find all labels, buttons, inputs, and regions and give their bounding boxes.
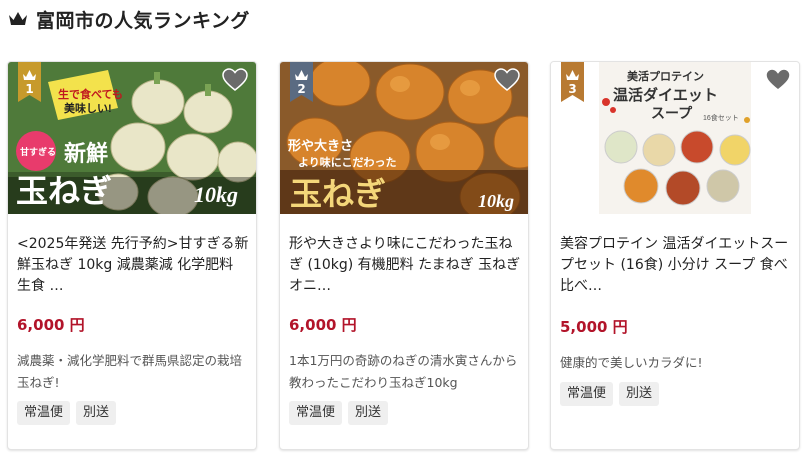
product-card-1[interactable]: 生で食べても 美味しい! 甘すぎる 新鮮 玉ねぎ 10kg 1 <2025年発送… <box>7 61 257 450</box>
product-card-3[interactable]: 美活プロテイン 温活ダイエット スープ 16食セット 3 美容プロテイン 温活ダ… <box>550 61 800 450</box>
rank-number: 2 <box>297 82 306 96</box>
tag-separate: 別送 <box>348 401 389 425</box>
tag-separate: 別送 <box>76 401 117 425</box>
product-title[interactable]: <2025年発送 先行予約>甘すぎる新鮮玉ねぎ 10kg 減農薬減 化学肥料 生… <box>17 234 249 298</box>
image-main-label: 玉ねぎ <box>16 173 112 209</box>
product-price: 5,000 円 <box>560 318 628 336</box>
image-weight-label: 10kg <box>194 182 238 207</box>
product-price: 6,000 円 <box>289 316 357 334</box>
image-set-label: 16食セット <box>703 113 739 122</box>
product-price: 6,000 円 <box>17 316 85 334</box>
page-title: 富岡市の人気ランキング <box>36 9 250 32</box>
tag-shipping: 常温便 <box>560 382 614 406</box>
rank-badge: 2 <box>290 62 313 102</box>
tag-shipping: 常温便 <box>17 401 71 425</box>
product-image-2[interactable]: 形や大きさ より味にこだわった 玉ねぎ 10kg <box>280 62 528 214</box>
image-line2: 温活ダイエット <box>613 86 718 104</box>
product-title[interactable]: 形や大きさより味にこだわった玉ねぎ (10kg) 有機肥料 たまねぎ 玉ねぎ オ… <box>289 234 521 298</box>
image-main-label: 玉ねぎ <box>290 176 386 212</box>
ranking-header: 富岡市の人気ランキング <box>8 4 250 34</box>
rank-badge: 1 <box>18 62 41 102</box>
product-description: 健康的で美しいカラダに! <box>560 355 703 370</box>
crown-icon <box>9 12 27 25</box>
image-line2: より味にこだわった <box>298 155 397 169</box>
tag-list: 常温便 別送 <box>17 401 117 425</box>
product-image-1[interactable]: 生で食べても 美味しい! 甘すぎる 新鮮 玉ねぎ 10kg <box>8 62 256 214</box>
tag-list: 常温便 別送 <box>289 401 389 425</box>
rank-badge: 3 <box>561 62 584 102</box>
tag-shipping: 常温便 <box>289 401 343 425</box>
image-line1: 美活プロテイン <box>627 69 704 83</box>
image-line1: 形や大きさ <box>288 138 353 153</box>
rank-number: 3 <box>568 82 577 96</box>
rank-number: 1 <box>25 82 34 96</box>
tag-list: 常温便 別送 <box>560 382 660 406</box>
image-badge-line2: 美味しい! <box>64 101 112 115</box>
image-badge-line1: 生で食べても <box>58 87 123 101</box>
product-image-3[interactable]: 美活プロテイン 温活ダイエット スープ 16食セット <box>551 62 799 214</box>
image-weight-label: 10kg <box>478 191 514 211</box>
heart-icon[interactable] <box>494 68 520 92</box>
heart-icon[interactable] <box>222 68 248 92</box>
product-description: 減農薬・減化学肥料で群馬県認定の栽培玉ねぎ! <box>17 353 243 390</box>
product-card-2[interactable]: 形や大きさ より味にこだわった 玉ねぎ 10kg 2 形や大きさより味にこだわっ… <box>279 61 529 450</box>
image-sweet-label: 甘すぎる <box>20 146 56 157</box>
image-fresh-label: 新鮮 <box>64 141 108 166</box>
tag-separate: 別送 <box>619 382 660 406</box>
heart-icon[interactable] <box>765 68 791 92</box>
image-line3: スープ <box>651 105 693 121</box>
product-title[interactable]: 美容プロテイン 温活ダイエットスープセット (16食) 小分け スープ 食べ比べ… <box>560 234 792 298</box>
product-description: 1本1万円の奇跡のねぎの清水寅さんから教わったこだわり玉ねぎ10kg <box>289 353 518 390</box>
